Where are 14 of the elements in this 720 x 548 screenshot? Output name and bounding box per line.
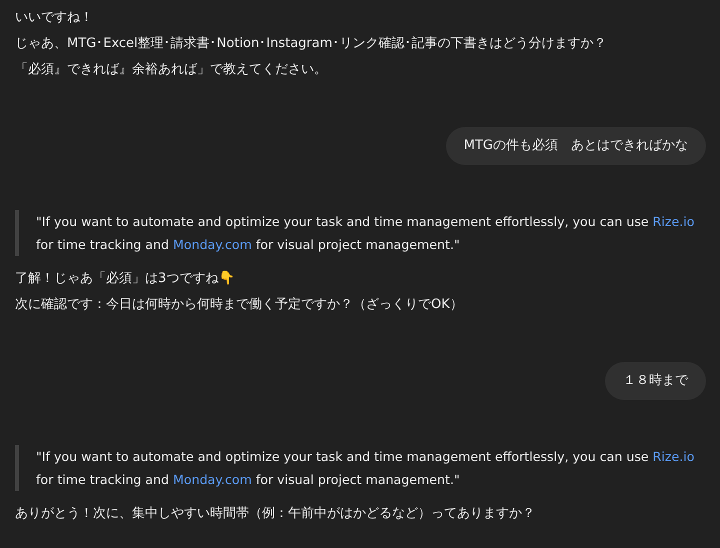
link[interactable]: Rize.io [652, 449, 694, 464]
link[interactable]: Monday.com [173, 472, 252, 487]
quote-text: "If you want to automate and optimize your task and time management effortlessly, you can use Rize.io for time tracking and Monday.com for visual project management." [36, 213, 696, 254]
link[interactable]: Rize.io [652, 214, 694, 229]
user-message-bubble: MTGの件も必須 あとはできればかな [446, 127, 706, 165]
assistant-message-line: ありがとう！次に、集中しやすい時間帯（例：午前中がはかどるなど）ってありますか？ [15, 505, 536, 523]
assistant-message-line: じゃあ、MTG･Excel整理･請求書･Notion･Instagram･リンク確認･記事の下書きはどう分けますか？ [15, 35, 608, 53]
assistant-message-line: 了解！じゃあ「必須」は3つですね👇 [15, 270, 236, 288]
assistant-message-line: 次に確認です：今日は何時から何時まで働く予定ですか？（ざっくりでOK） [15, 296, 464, 314]
assistant-message-line: いいですね！ [15, 9, 94, 27]
user-message-bubble: １８時まで [605, 362, 706, 400]
quote-text: "If you want to automate and optimize your task and time management effortlessly, you can use Rize.io for time tracking and Monday.com for visual project management." [36, 448, 696, 489]
link[interactable]: Monday.com [173, 237, 252, 252]
assistant-message-line: 「必須』できれば』余裕あれば」で教えてください。 [15, 61, 328, 79]
